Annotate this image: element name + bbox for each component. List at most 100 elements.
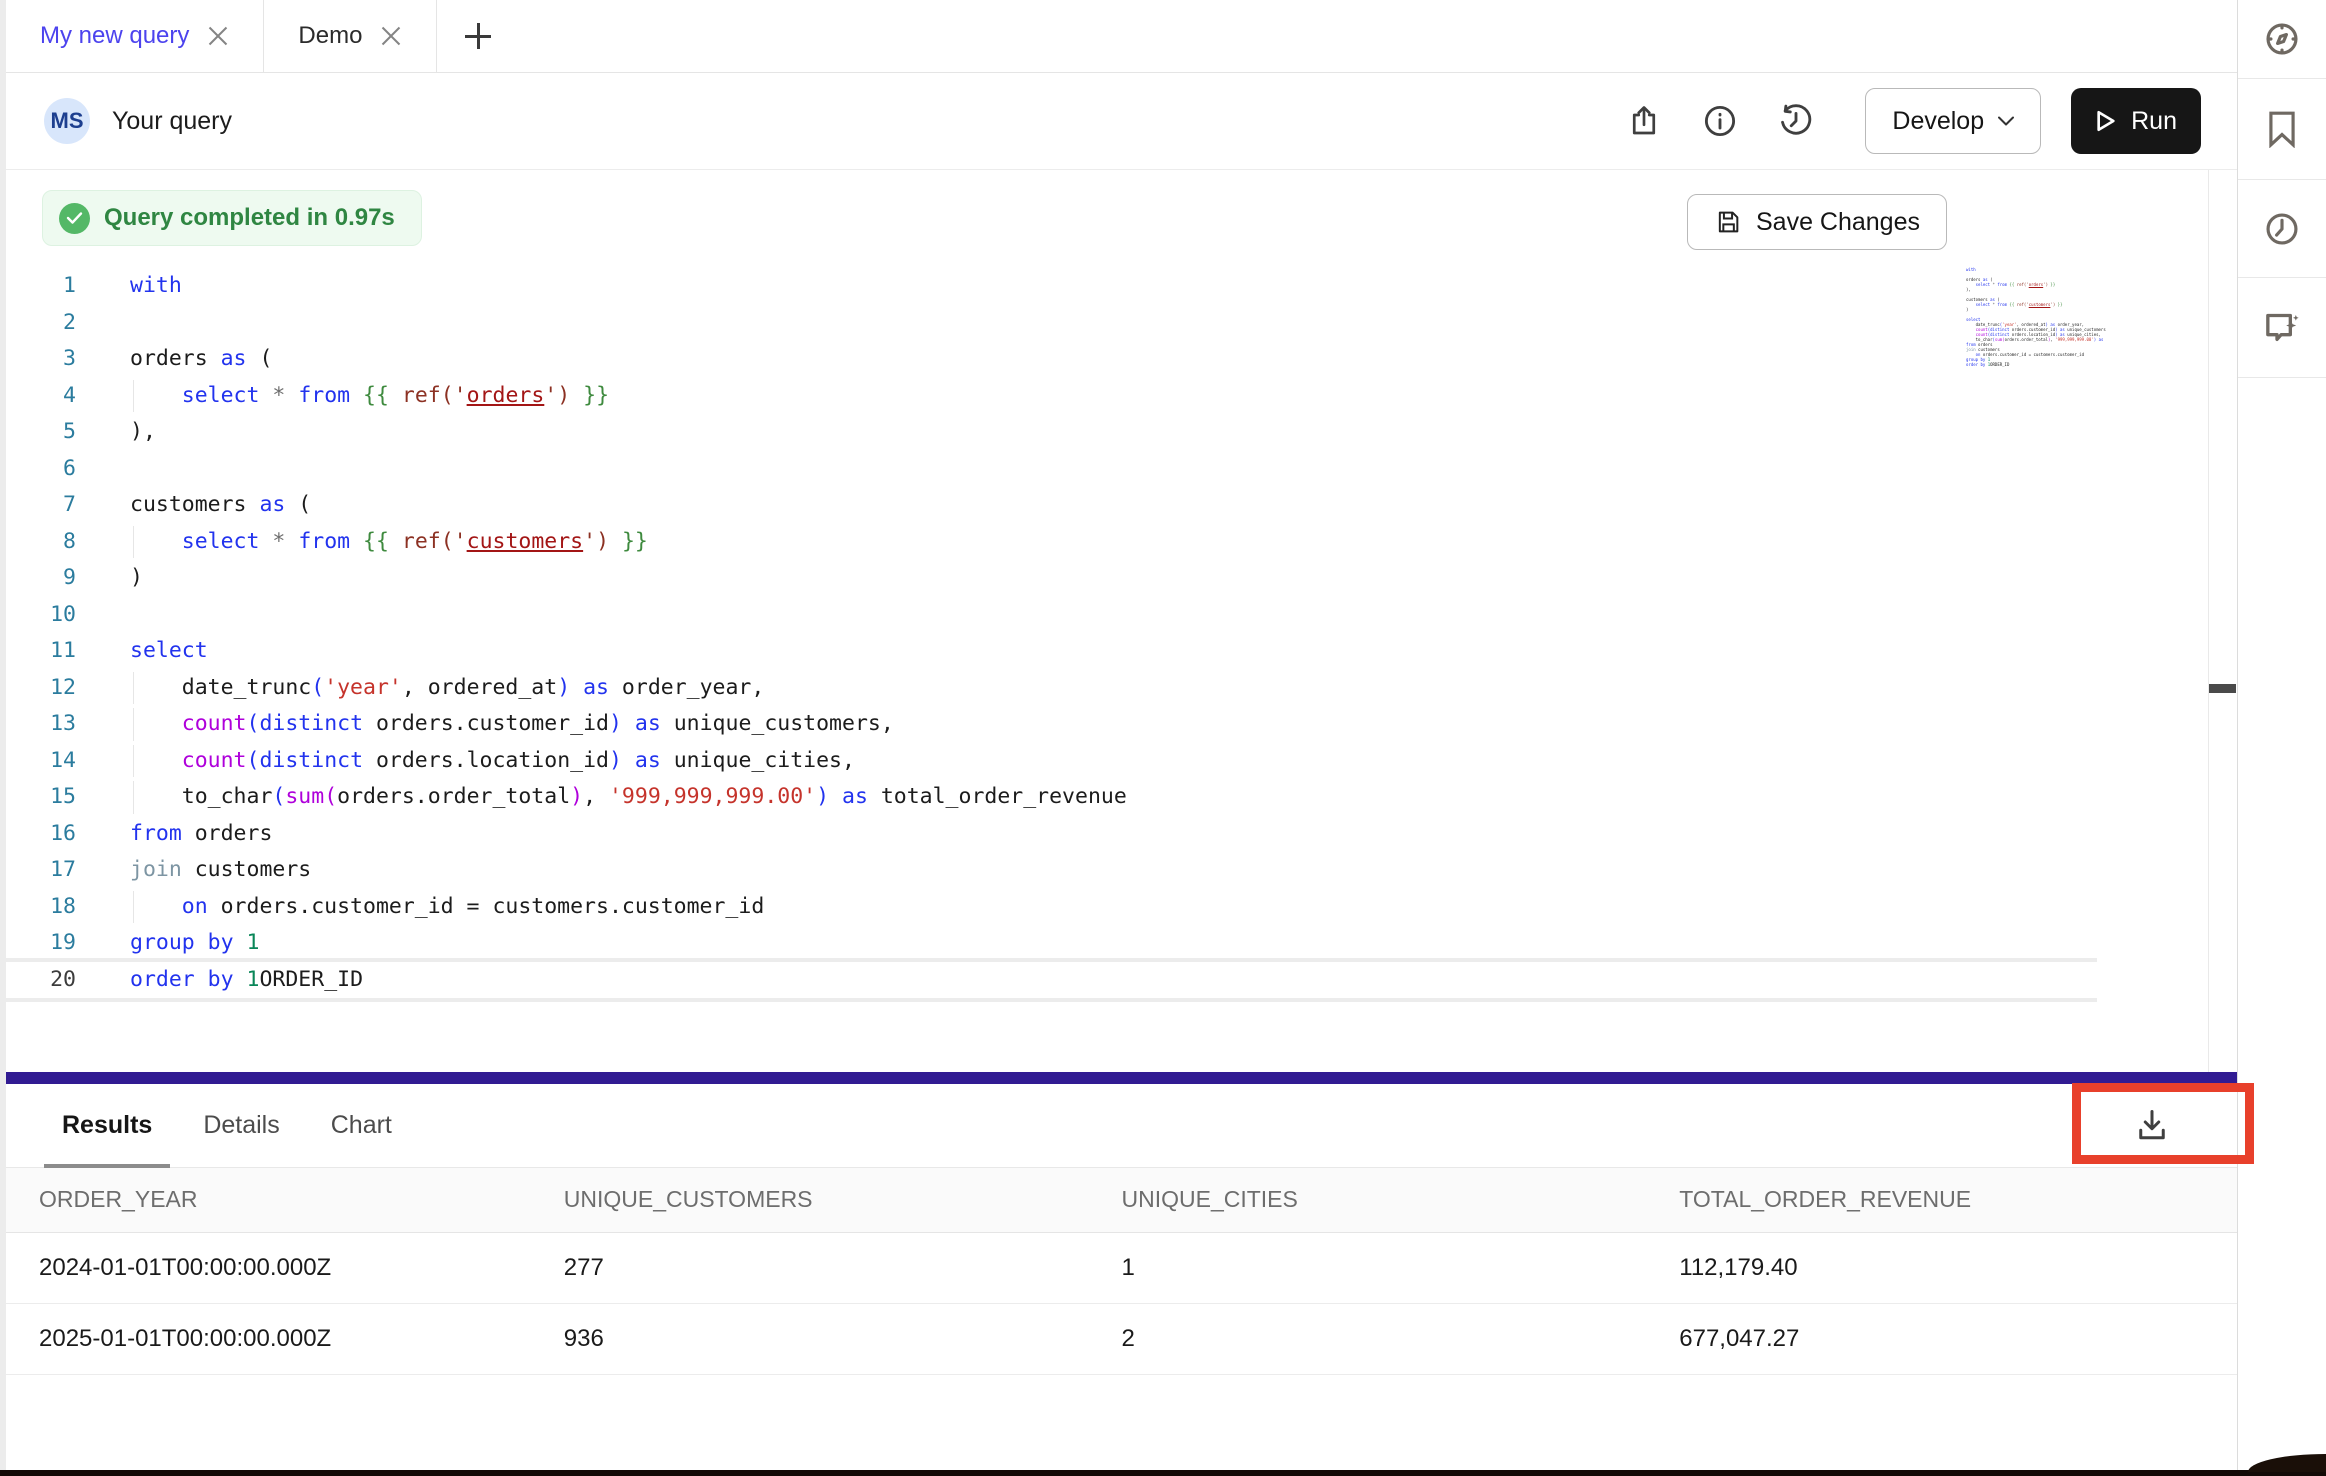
line-number: 8 — [6, 524, 76, 561]
code-line[interactable]: 5), — [6, 414, 2097, 451]
app-window: My new query Demo MS Your query — [0, 0, 2326, 1476]
code-line[interactable]: 1with — [6, 268, 2097, 305]
table-cell: 2024-01-01T00:00:00.000Z — [6, 1232, 564, 1303]
develop-button[interactable]: Develop — [1865, 88, 2041, 154]
tab-results[interactable]: Results — [44, 1084, 170, 1167]
history-icon — [1777, 102, 1815, 140]
main-panel: My new query Demo MS Your query — [6, 0, 2237, 1470]
editor-scroll-gutter — [2208, 170, 2237, 1072]
sidebar-item-ai-assistant[interactable] — [2238, 278, 2326, 378]
table-row: 2025-01-01T00:00:00.000Z9362677,047.27 — [6, 1303, 2237, 1374]
close-icon[interactable] — [207, 25, 229, 47]
table-row: 2024-01-01T00:00:00.000Z2771112,179.40 — [6, 1232, 2237, 1303]
code-line[interactable]: 12 date_trunc('year', ordered_at) as ord… — [6, 670, 2097, 707]
code-line[interactable]: 19group by 1 — [6, 925, 2097, 962]
table-cell: 277 — [564, 1232, 1122, 1303]
code-line[interactable]: 20order by 1ORDER_ID — [6, 962, 2097, 999]
play-icon — [2095, 109, 2117, 133]
panel-resize-divider[interactable] — [6, 1072, 2237, 1084]
line-number: 6 — [6, 451, 76, 488]
tab-demo[interactable]: Demo — [264, 0, 437, 72]
floppy-disk-icon — [1714, 208, 1742, 236]
table-cell: 112,179.40 — [1679, 1232, 2237, 1303]
code-line[interactable]: 11select — [6, 633, 2097, 670]
new-tab-button[interactable] — [437, 0, 519, 72]
minimap[interactable]: withorders as ( select * from {{ ref('or… — [1966, 267, 2106, 371]
save-changes-button[interactable]: Save Changes — [1687, 194, 1947, 250]
run-button[interactable]: Run — [2071, 88, 2201, 154]
line-number: 12 — [6, 670, 76, 707]
line-number: 3 — [6, 341, 76, 378]
status-badge: Query completed in 0.97s — [42, 190, 422, 246]
tab-my-new-query[interactable]: My new query — [6, 0, 264, 72]
code-line[interactable]: 8 select * from {{ ref('customers') }} — [6, 524, 2097, 561]
line-number: 4 — [6, 378, 76, 415]
compass-icon — [2263, 20, 2301, 58]
line-number: 9 — [6, 560, 76, 597]
table-cell: 936 — [564, 1303, 1122, 1374]
results-panel: Results Details Chart ORDER_YEARUNIQUE_C… — [6, 1084, 2237, 1470]
line-number: 2 — [6, 305, 76, 342]
status-text: Query completed in 0.97s — [104, 204, 395, 232]
tab-details[interactable]: Details — [185, 1084, 297, 1167]
right-sidebar — [2237, 0, 2326, 1470]
close-icon[interactable] — [380, 25, 402, 47]
tab-label: Demo — [298, 22, 362, 50]
history-button[interactable] — [1773, 98, 1819, 144]
sidebar-item-bookmarks[interactable] — [2238, 79, 2326, 180]
code-line[interactable]: 3orders as ( — [6, 341, 2097, 378]
bookmark-icon — [2265, 110, 2299, 148]
code-line[interactable]: 14 count(distinct orders.location_id) as… — [6, 743, 2097, 780]
code-area[interactable]: 1with23orders as (4 select * from {{ ref… — [6, 268, 2097, 998]
code-line[interactable]: 6 — [6, 451, 2097, 488]
query-tab-bar: My new query Demo — [6, 0, 2237, 73]
tab-label: My new query — [40, 22, 189, 50]
column-header: UNIQUE_CITIES — [1122, 1168, 1680, 1232]
run-label: Run — [2131, 107, 2177, 136]
table-cell: 2 — [1122, 1303, 1680, 1374]
sidebar-item-explore[interactable] — [2238, 0, 2326, 79]
code-line[interactable]: 7customers as ( — [6, 487, 2097, 524]
avatar: MS — [44, 98, 90, 144]
code-line[interactable]: 10 — [6, 597, 2097, 634]
tab-chart[interactable]: Chart — [313, 1084, 410, 1167]
check-circle-icon — [59, 203, 90, 234]
code-line[interactable]: 2 — [6, 305, 2097, 342]
line-number: 13 — [6, 706, 76, 743]
results-table: ORDER_YEARUNIQUE_CUSTOMERSUNIQUE_CITIEST… — [6, 1168, 2237, 1375]
results-tab-bar: Results Details Chart — [6, 1084, 2237, 1168]
code-line[interactable]: 15 to_char(sum(orders.order_total), '999… — [6, 779, 2097, 816]
chat-sparkle-icon — [2262, 308, 2302, 348]
line-number: 11 — [6, 633, 76, 670]
scrollbar-handle[interactable] — [2209, 684, 2236, 693]
window-bottom-edge — [0, 1470, 2326, 1476]
sidebar-item-history[interactable] — [2238, 180, 2326, 278]
code-line[interactable]: 13 count(distinct orders.customer_id) as… — [6, 706, 2097, 743]
chevron-down-icon — [1998, 116, 2014, 126]
line-number: 19 — [6, 925, 76, 962]
code-line[interactable]: 4 select * from {{ ref('orders') }} — [6, 378, 2097, 415]
download-results-button[interactable] — [2097, 1091, 2207, 1159]
code-line[interactable]: 17join customers — [6, 852, 2097, 889]
sidebar-spacer — [2238, 378, 2326, 1470]
column-header: TOTAL_ORDER_REVENUE — [1679, 1168, 2237, 1232]
line-number: 20 — [6, 962, 76, 999]
line-number: 16 — [6, 816, 76, 853]
develop-label: Develop — [1892, 107, 1984, 136]
code-line[interactable]: 9) — [6, 560, 2097, 597]
share-button[interactable] — [1621, 98, 1667, 144]
info-button[interactable] — [1697, 98, 1743, 144]
code-line[interactable]: 16from orders — [6, 816, 2097, 853]
clock-icon — [2263, 210, 2301, 248]
code-line[interactable]: 18 on orders.customer_id = customers.cus… — [6, 889, 2097, 926]
sql-editor[interactable]: Query completed in 0.97s Save Changes 1w… — [6, 170, 2237, 1072]
table-cell: 677,047.27 — [1679, 1303, 2237, 1374]
line-number: 15 — [6, 779, 76, 816]
share-icon — [1626, 103, 1662, 139]
line-number: 1 — [6, 268, 76, 305]
line-number: 14 — [6, 743, 76, 780]
query-header: MS Your query — [6, 73, 2237, 170]
table-cell: 1 — [1122, 1232, 1680, 1303]
line-number: 18 — [6, 889, 76, 926]
line-number: 17 — [6, 852, 76, 889]
